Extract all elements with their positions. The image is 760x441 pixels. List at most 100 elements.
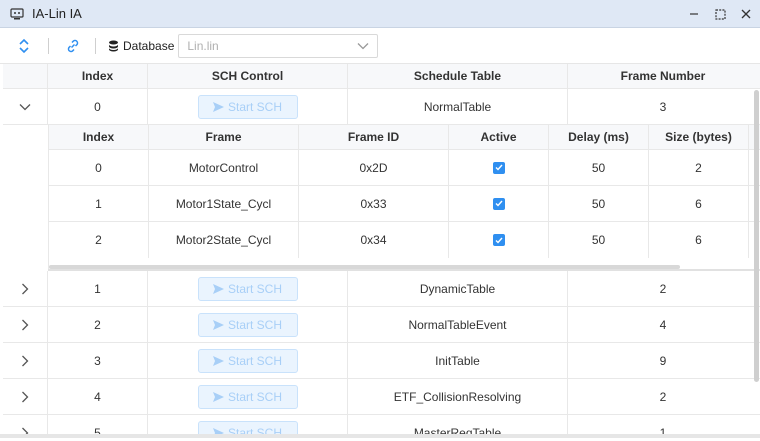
subtable-row[interactable]: 1 Motor1State_Cycl 0x33 50 6 U: [49, 186, 760, 222]
frame-number: 4: [659, 317, 667, 332]
subheader-index: Index: [49, 125, 149, 149]
toolbar: Database Lin.lin: [0, 28, 760, 64]
chevron-right-icon: [22, 391, 29, 402]
schedule-table-name: NormalTable: [348, 89, 568, 124]
start-sch-button[interactable]: Start SCH: [197, 276, 298, 301]
start-sch-label: Start SCH: [227, 389, 282, 404]
database-label: Database: [108, 39, 174, 53]
close-icon[interactable]: [738, 6, 754, 22]
start-sch-button[interactable]: Start SCH: [197, 94, 298, 119]
sub-index: 1: [49, 186, 149, 221]
sub-delay: 50: [549, 186, 649, 221]
subheader-active: Active: [449, 125, 549, 149]
sub-size: 2: [649, 150, 749, 185]
app-window-icon: [10, 7, 24, 19]
start-sch-label: Start SCH: [227, 99, 282, 114]
subheader-delay: Delay (ms): [549, 125, 649, 149]
sch-control-cell: Start SCH: [148, 307, 348, 342]
sub-delay: 50: [549, 150, 649, 185]
sub-frame: Motor1State_Cycl: [149, 186, 299, 221]
start-sch-label: Start SCH: [227, 317, 282, 332]
play-icon: [212, 391, 224, 402]
sub-frame: Motor2State_Cycl: [149, 222, 299, 258]
schedule-table-name: NormalTableEvent: [348, 307, 568, 342]
table-row[interactable]: 3 Start SCH InitTable 9: [3, 343, 760, 379]
expand-row-toggle[interactable]: [3, 271, 48, 306]
row-index: 4: [48, 379, 148, 414]
check-icon: [495, 164, 503, 171]
subheader-frame-id: Frame ID: [299, 125, 449, 149]
active-checkbox[interactable]: [492, 161, 505, 174]
frame-number: 9: [659, 353, 667, 368]
chevron-down-icon: [357, 42, 369, 49]
play-icon: [212, 101, 224, 112]
title-bar: IA-Lin IA: [0, 0, 760, 28]
schedule-table-name: DynamicTable: [348, 271, 568, 306]
subtable-header: Index Frame Frame ID Active Delay (ms) S…: [49, 125, 760, 150]
start-sch-label: Start SCH: [227, 281, 282, 296]
subheader-size: Size (bytes): [649, 125, 749, 149]
row-index: 0: [48, 89, 148, 124]
row-index: 1: [48, 271, 148, 306]
check-icon: [495, 237, 503, 244]
header-schedule-table: Schedule Table: [348, 64, 568, 88]
active-checkbox-cell: [449, 222, 549, 258]
row-index: 3: [48, 343, 148, 378]
frame-number: 2: [659, 281, 667, 296]
minimize-icon[interactable]: [686, 6, 702, 22]
play-icon: [212, 355, 224, 366]
table-row[interactable]: 0 Start SCH NormalTable 3: [3, 89, 760, 125]
start-sch-label: Start SCH: [227, 353, 282, 368]
chevron-down-icon: [19, 103, 31, 110]
frame-number: 3: [659, 99, 667, 114]
sub-size: 6: [649, 222, 749, 258]
frame-number: 2: [659, 389, 667, 404]
row-index: 2: [48, 307, 148, 342]
frame-subtable: Index Frame Frame ID Active Delay (ms) S…: [48, 125, 760, 271]
database-select[interactable]: Lin.lin: [178, 33, 379, 58]
collapse-row-toggle[interactable]: [3, 89, 48, 124]
start-sch-button[interactable]: Start SCH: [197, 312, 298, 337]
sub-frame-id: 0x33: [299, 186, 449, 221]
expand-column-header: [3, 64, 48, 88]
maximize-icon[interactable]: [712, 6, 728, 22]
header-sch-control: SCH Control: [148, 64, 348, 88]
sch-control-cell: Start SCH: [148, 271, 348, 306]
sch-control-cell: Start SCH: [148, 343, 348, 378]
sch-control-cell: Start SCH: [148, 89, 348, 124]
grid-horizontal-scrollbar[interactable]: [0, 434, 760, 438]
sub-delay: 50: [549, 222, 649, 258]
start-sch-button[interactable]: Start SCH: [197, 384, 298, 409]
active-checkbox[interactable]: [492, 234, 505, 246]
start-sch-button[interactable]: Start SCH: [197, 348, 298, 373]
link-icon[interactable]: [63, 36, 83, 56]
expand-row-toggle[interactable]: [3, 379, 48, 414]
grid-vertical-scrollbar[interactable]: [754, 90, 759, 382]
subtable-row[interactable]: 2 Motor2State_Cycl 0x34 50 6 U: [49, 222, 760, 258]
header-index: Index: [48, 64, 148, 88]
play-icon: [212, 319, 224, 330]
subtable-row[interactable]: 0 MotorControl 0x2D 50 2 U: [49, 150, 760, 186]
check-icon: [495, 200, 503, 207]
chevron-right-icon: [22, 319, 29, 330]
table-row[interactable]: 4 Start SCH ETF_CollisionResolving 2: [3, 379, 760, 415]
expand-collapse-icon[interactable]: [14, 36, 34, 56]
table-row[interactable]: 1 Start SCH DynamicTable 2: [3, 271, 760, 307]
sub-index: 0: [49, 150, 149, 185]
subheader-frame: Frame: [149, 125, 299, 149]
chevron-right-icon: [22, 355, 29, 366]
sch-control-cell: Start SCH: [148, 379, 348, 414]
toolbar-divider: [48, 37, 49, 54]
toolbar-divider: [95, 37, 96, 54]
grid-header: Index SCH Control Schedule Table Frame N…: [3, 64, 760, 89]
database-icon: [109, 40, 118, 51]
sub-index: 2: [49, 222, 149, 258]
table-row[interactable]: 2 Start SCH NormalTableEvent 4: [3, 307, 760, 343]
active-checkbox[interactable]: [492, 197, 505, 210]
sub-frame-id: 0x2D: [299, 150, 449, 185]
header-frame-number: Frame Number: [620, 69, 706, 83]
expand-row-toggle[interactable]: [3, 307, 48, 342]
expand-row-toggle[interactable]: [3, 343, 48, 378]
database-label-text: Database: [123, 38, 175, 53]
window-title: IA-Lin IA: [32, 6, 82, 21]
